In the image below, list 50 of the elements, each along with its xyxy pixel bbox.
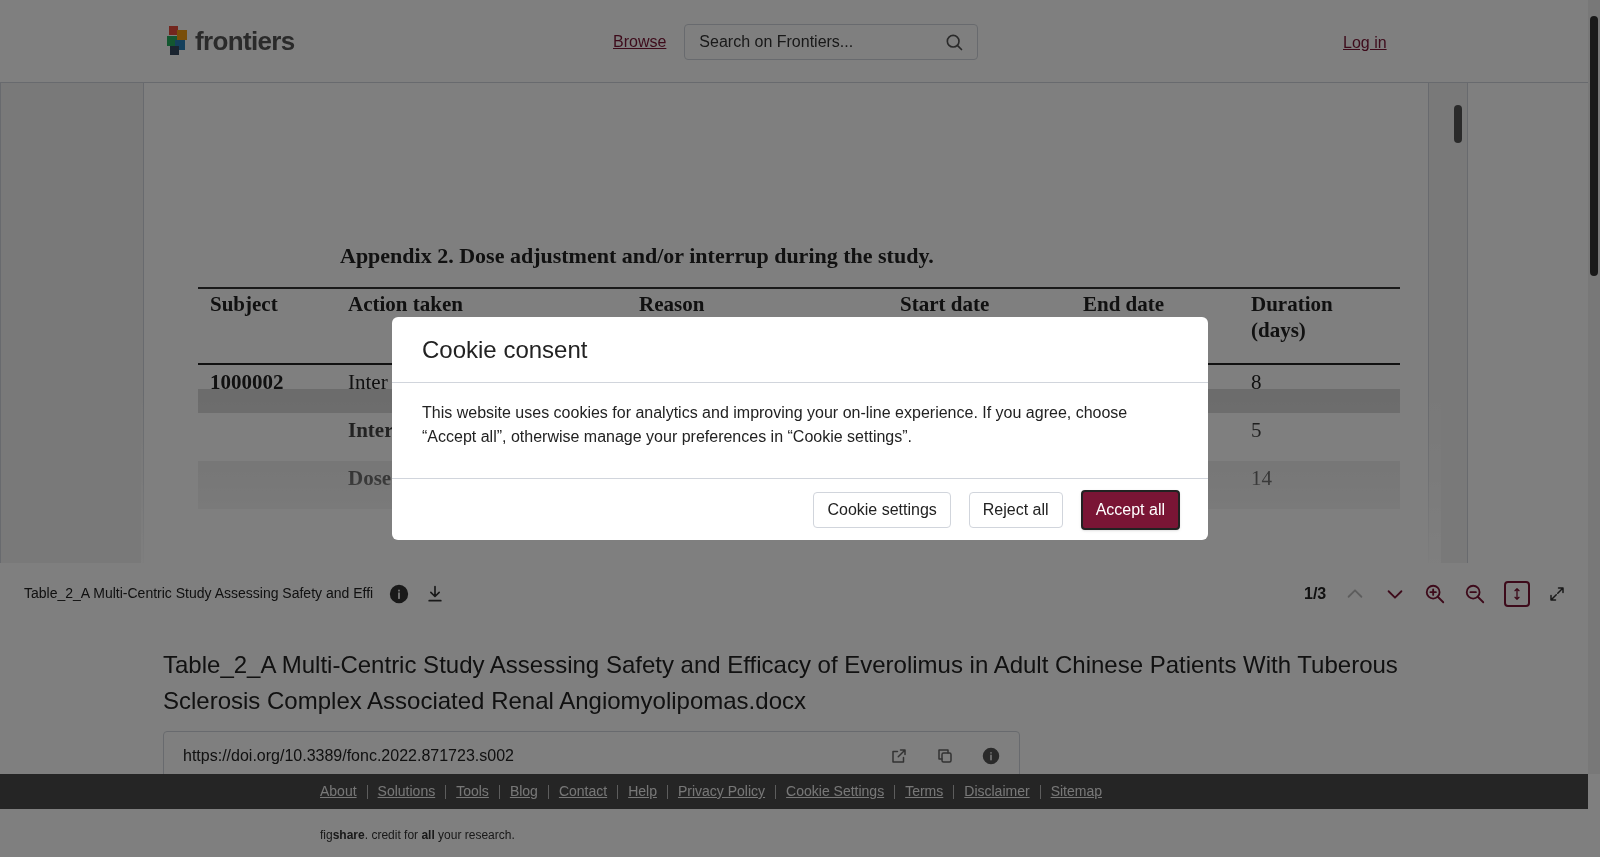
column-header: Duration (days): [1251, 291, 1334, 343]
browse-link[interactable]: Browse: [613, 30, 667, 54]
login-link[interactable]: Log in: [1343, 31, 1387, 55]
zoom-in-icon[interactable]: [1424, 583, 1447, 605]
zoom-out-icon[interactable]: [1464, 583, 1487, 605]
dialog-button[interactable]: Cookie settings: [813, 491, 951, 528]
search-icon[interactable]: [944, 32, 965, 52]
column-header: Subject: [210, 291, 278, 317]
footer-link[interactable]: Blog: [509, 781, 538, 802]
table-cell-text: 14: [1251, 465, 1272, 492]
column-header: Reason: [639, 291, 705, 317]
table-cell-text: Inter: [348, 417, 394, 444]
dialog-title: Cookie consent: [422, 334, 588, 365]
external-link-icon[interactable]: [890, 747, 908, 765]
table-cell-text: 5: [1251, 417, 1262, 444]
footer-link[interactable]: Contact: [558, 781, 608, 802]
dialog-button[interactable]: Reject all: [968, 491, 1063, 528]
page-counter: 1/3: [1304, 584, 1327, 604]
accept-button[interactable]: Accept all: [1080, 489, 1180, 530]
column-header: Start date: [900, 291, 990, 317]
footer-link[interactable]: Help: [628, 781, 657, 802]
logo-text[interactable]: frontiers: [195, 21, 295, 61]
item-title: Table_2_A Multi-Centric Study Assessing Safety and Efficacy of Everolimus in Adult Chinese Patients With Tuberous Sclerosis Complex Associated Renal Angiomyolipomas.docx: [163, 650, 1399, 716]
scrollbar-thumb[interactable]: [1590, 16, 1598, 276]
search-field[interactable]: Search on Frontiers...: [684, 24, 979, 60]
dialog-message: This website uses cookies for analytics and improving your on-line experience. If you agree, choose “Accept all”, otherwise manage your preferences in “Cookie settings”.: [422, 403, 1129, 447]
credit-text: figshare. credit for all your research.: [320, 827, 515, 844]
column-header: Action taken: [348, 291, 463, 317]
footer-link[interactable]: Terms: [905, 781, 944, 802]
fit-height-button[interactable]: [1504, 581, 1531, 607]
footer-link[interactable]: Privacy Policy: [677, 781, 766, 802]
document-title: Appendix 2. Dose adjustment and/or interrup during the study.: [340, 242, 934, 270]
footer-link[interactable]: Tools: [456, 781, 489, 802]
info-icon[interactable]: [389, 583, 410, 604]
footer-link[interactable]: About: [320, 781, 357, 802]
copy-icon[interactable]: [936, 747, 954, 765]
doi-link[interactable]: https://doi.org/10.3389/fonc.2022.871723.s002: [183, 744, 514, 768]
table-cell-text: Dose: [348, 465, 392, 492]
table-cell-text: Inter: [348, 369, 388, 396]
info-icon[interactable]: [982, 747, 1000, 765]
table-cell-text: 1000002: [210, 369, 284, 396]
footer-link[interactable]: Disclaimer: [964, 781, 1030, 802]
table-cell-text: 8: [1251, 369, 1262, 396]
column-header: End date: [1083, 291, 1165, 317]
file-name: Table_2_A Multi-Centric Study Assessing Safety and Effi: [24, 584, 374, 603]
fullscreen-icon[interactable]: [1548, 585, 1567, 603]
footer-link[interactable]: Sitemap: [1050, 781, 1102, 802]
footer-link[interactable]: Cookie Settings: [786, 781, 885, 802]
scrollbar-thumb[interactable]: [1454, 105, 1462, 143]
footer-link[interactable]: Solutions: [377, 781, 436, 802]
